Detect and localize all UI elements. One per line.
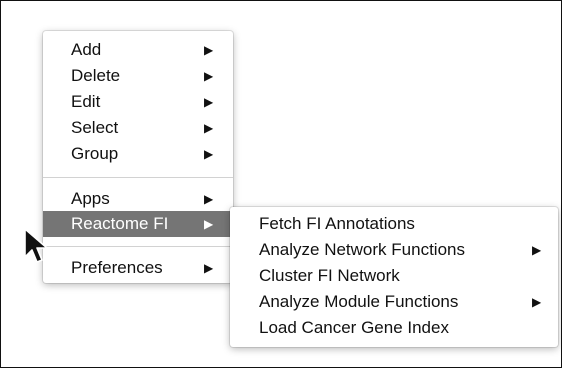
menu-item-preferences[interactable]: Preferences ▶ [43,255,233,281]
menu-item-label: Edit [71,92,101,111]
menu-item-label: Delete [71,66,121,85]
menu-item-label: Preferences [71,258,163,277]
reactome-fi-submenu: Fetch FI Annotations Analyze Network Fun… [230,207,558,347]
menu-item-apps[interactable]: Apps ▶ [43,186,233,212]
menu-separator [43,177,233,178]
submenu-item-analyze-network-functions[interactable]: Analyze Network Functions ▶ [230,237,558,263]
menu-item-label: Cluster FI Network [259,266,400,285]
menu-item-add[interactable]: Add ▶ [43,37,233,63]
menu-item-edit[interactable]: Edit ▶ [43,89,233,115]
submenu-item-cluster-fi-network[interactable]: Cluster FI Network [230,263,558,289]
submenu-arrow-icon: ▶ [204,147,214,161]
submenu-item-analyze-module-functions[interactable]: Analyze Module Functions ▶ [230,289,558,315]
submenu-arrow-icon: ▶ [204,43,214,57]
menu-item-label: Group [71,144,119,163]
menu-item-label: Analyze Network Functions [259,240,465,259]
menu-item-label: Add [71,40,102,59]
submenu-arrow-icon: ▶ [532,295,542,309]
menu-item-reactome-fi[interactable]: Reactome FI ▶ [43,211,233,237]
menu-separator [43,246,233,247]
menu-item-delete[interactable]: Delete ▶ [43,63,233,89]
context-menu: Add ▶ Delete ▶ Edit ▶ Select ▶ Group ▶ A… [43,31,233,283]
menu-item-label: Apps [71,189,110,208]
menu-item-label: Fetch FI Annotations [259,214,415,233]
submenu-arrow-icon: ▶ [204,192,214,206]
submenu-arrow-icon: ▶ [204,217,214,231]
menu-item-label: Select [71,118,119,137]
menu-item-label: Load Cancer Gene Index [259,318,449,337]
menu-item-label: Reactome FI [71,214,169,233]
menu-item-select[interactable]: Select ▶ [43,115,233,141]
submenu-arrow-icon: ▶ [204,121,214,135]
submenu-arrow-icon: ▶ [204,261,214,275]
screenshot-canvas: Add ▶ Delete ▶ Edit ▶ Select ▶ Group ▶ A… [0,0,562,368]
submenu-arrow-icon: ▶ [204,69,214,83]
menu-item-label: Analyze Module Functions [259,292,459,311]
menu-item-group[interactable]: Group ▶ [43,141,233,167]
submenu-arrow-icon: ▶ [204,95,214,109]
mouse-pointer-icon [24,228,48,263]
submenu-item-load-cancer-gene-index[interactable]: Load Cancer Gene Index [230,315,558,341]
submenu-item-fetch-fi-annotations[interactable]: Fetch FI Annotations [230,211,558,237]
submenu-arrow-icon: ▶ [532,243,542,257]
